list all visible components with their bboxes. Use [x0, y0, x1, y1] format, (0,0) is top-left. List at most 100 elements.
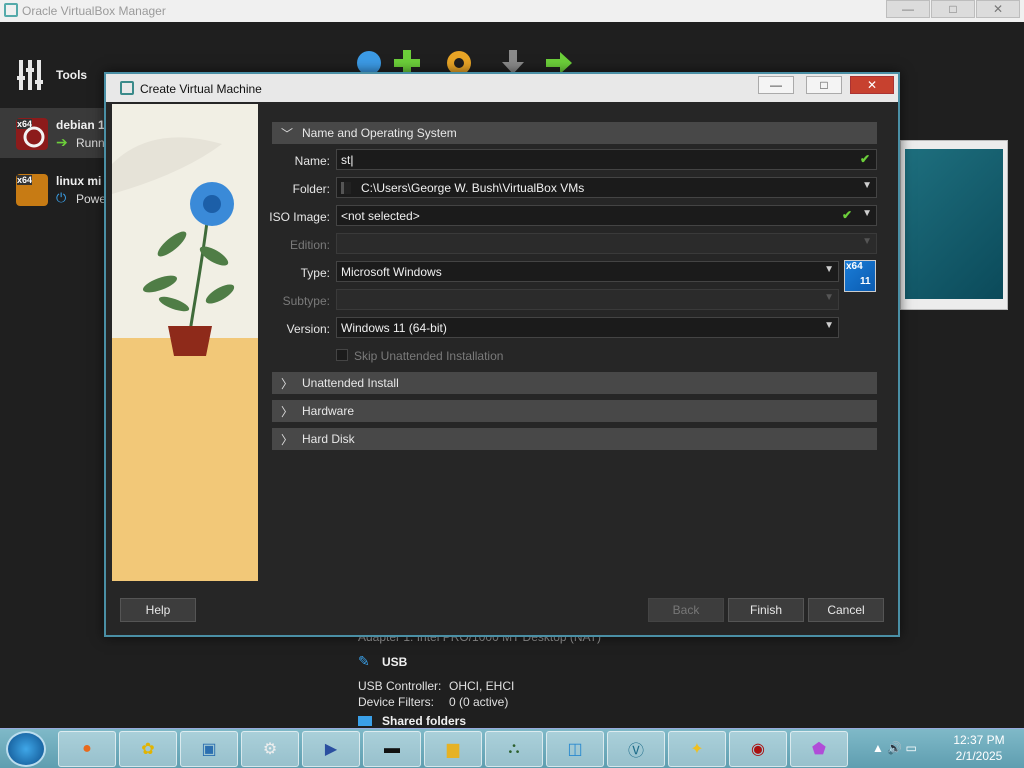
- name-label: Name:: [294, 154, 330, 168]
- vm-state: Powe: [76, 192, 107, 206]
- vmware-icon[interactable]: ◫: [546, 731, 604, 767]
- virtualbox-icon: [4, 3, 18, 17]
- edition-label: Edition:: [289, 238, 330, 252]
- start-button-windows-icon[interactable]: [6, 731, 46, 767]
- debian-os-icon: x64: [16, 118, 48, 150]
- computer-icon[interactable]: ▣: [180, 731, 238, 767]
- edition-select: ▼: [336, 233, 877, 254]
- main-maximize-button[interactable]: □: [931, 0, 975, 18]
- settings-gear-icon[interactable]: ⚙: [241, 731, 299, 767]
- name-input[interactable]: st|: [336, 149, 877, 170]
- firefox-icon[interactable]: ●: [58, 731, 116, 767]
- virtualbox-taskbar-icon[interactable]: Ⓥ: [607, 731, 665, 767]
- version-value: Windows 11 (64-bit): [341, 321, 447, 335]
- section-hard-disk-label: Hard Disk: [302, 432, 355, 446]
- chevron-down-icon[interactable]: ▼: [824, 320, 834, 331]
- dialog-minimize-button[interactable]: —: [758, 76, 794, 94]
- help-button[interactable]: Help: [120, 598, 196, 622]
- chevron-right-icon: 〉: [280, 404, 293, 419]
- system-clock[interactable]: 12:37 PM 2/1/2025: [944, 732, 1014, 764]
- chevron-down-icon[interactable]: ▼: [862, 208, 872, 219]
- running-arrow-icon: ➔: [56, 134, 68, 150]
- subtype-label: Subtype:: [282, 294, 330, 308]
- dialog-titlebar[interactable]: Create Virtual Machine — □ ✕: [106, 74, 898, 102]
- chevron-down-icon: ﹀: [280, 126, 293, 141]
- chevron-right-icon: 〉: [280, 376, 293, 391]
- type-value: Microsoft Windows: [341, 265, 442, 279]
- section-hard-disk[interactable]: 〉 Hard Disk: [272, 428, 877, 450]
- create-vm-dialog: Create Virtual Machine — □ ✕ ﹀ Name and …: [104, 72, 900, 637]
- vm-item-linux-mint[interactable]: x64 linux mi ⏻ Powe: [0, 166, 112, 216]
- section-unattended-install[interactable]: 〉 Unattended Install: [272, 372, 877, 394]
- yellow-app-icon[interactable]: ✦: [668, 731, 726, 767]
- iso-image-label: ISO Image:: [269, 210, 330, 224]
- taskbar: ● ✿ ▣ ⚙ ▶ ▬ ▆ ⛬ ◫ Ⓥ ✦ ◉ ⬟ ▲ 🔊 ▭ 12:37 PM…: [0, 728, 1024, 768]
- section-name-and-os[interactable]: ﹀ Name and Operating System: [272, 122, 877, 144]
- vm-preview-thumbnail: [900, 140, 1008, 310]
- flower-pot-icon: [112, 137, 235, 356]
- chevron-down-icon: ▼: [862, 236, 872, 247]
- bee-app-icon[interactable]: ✿: [119, 731, 177, 767]
- section-name-and-os-label: Name and Operating System: [302, 126, 457, 140]
- usb-icon: ✎: [358, 653, 370, 669]
- device-filters-label: Device Filters:: [358, 695, 435, 709]
- usb-controller-label: USB Controller:: [358, 679, 442, 693]
- skip-unattended-checkbox[interactable]: [336, 349, 348, 361]
- subtype-select: ▼: [336, 289, 839, 310]
- main-titlebar: Oracle VirtualBox Manager — □ ✕: [0, 0, 1024, 22]
- main-close-button[interactable]: ✕: [976, 0, 1020, 18]
- main-window-title: Oracle VirtualBox Manager: [22, 4, 166, 18]
- folder-label: Folder:: [292, 182, 330, 196]
- section-unattended-label: Unattended Install: [302, 376, 399, 390]
- shared-folders-heading[interactable]: Shared folders: [382, 714, 466, 728]
- version-select[interactable]: Windows 11 (64-bit) ▼: [336, 317, 839, 338]
- clock-time: 12:37 PM: [953, 733, 1005, 747]
- dialog-close-button[interactable]: ✕: [850, 76, 894, 94]
- system-tray-icons[interactable]: ▲ 🔊 ▭: [872, 741, 917, 755]
- back-button: Back: [648, 598, 724, 622]
- version-label: Version:: [286, 322, 330, 336]
- tools-icon[interactable]: [16, 58, 46, 92]
- device-filters-value: 0 (0 active): [449, 695, 509, 709]
- chevron-down-icon[interactable]: ▼: [824, 264, 834, 275]
- dialog-title: Create Virtual Machine: [140, 82, 262, 96]
- cancel-button[interactable]: Cancel: [808, 598, 884, 622]
- finish-button[interactable]: Finish: [728, 598, 804, 622]
- main-minimize-button[interactable]: —: [886, 0, 930, 18]
- vm-name: linux mi: [56, 174, 102, 188]
- chevron-down-icon[interactable]: ▼: [862, 180, 872, 191]
- usb-heading[interactable]: USB: [382, 655, 407, 669]
- clock-date: 2/1/2025: [955, 749, 1003, 763]
- tools-label[interactable]: Tools: [56, 68, 87, 82]
- virtualbox-icon: [120, 81, 134, 95]
- iso-valid-check-icon: ✔: [842, 208, 853, 222]
- windows-11-os-icon: x64 11: [844, 260, 876, 292]
- shared-folders-icon: [358, 716, 372, 726]
- dialog-maximize-button[interactable]: □: [806, 76, 842, 94]
- chevron-down-icon: ▼: [824, 292, 834, 303]
- type-label: Type:: [300, 266, 330, 280]
- name-input-value: st: [341, 153, 351, 167]
- iso-image-value: <not selected>: [341, 209, 420, 223]
- name-valid-check-icon: ✔: [860, 152, 871, 166]
- vm-item-debian[interactable]: x64 debian 1 ➔ Runn: [0, 108, 112, 158]
- folder-value: C:\Users\George W. Bush\VirtualBox VMs: [361, 181, 585, 195]
- section-hardware[interactable]: 〉 Hardware: [272, 400, 877, 422]
- skip-unattended-label: Skip Unattended Installation: [354, 349, 504, 363]
- debian-vm-taskbar-icon[interactable]: ◉: [729, 731, 787, 767]
- iso-image-select[interactable]: <not selected> ▼: [336, 205, 877, 226]
- folder-select[interactable]: C:\Users\George W. Bush\VirtualBox VMs ▼: [336, 177, 877, 198]
- usb-controller-value: OHCI, EHCI: [449, 679, 515, 693]
- vm-name: debian 1: [56, 118, 105, 132]
- command-prompt-icon[interactable]: ▬: [363, 731, 421, 767]
- preview-screen: [905, 149, 1003, 299]
- powered-off-icon: ⏻: [56, 190, 67, 205]
- section-hardware-label: Hardware: [302, 404, 355, 418]
- network-app-icon[interactable]: ⛬: [485, 731, 543, 767]
- colorful-app-icon[interactable]: ⬟: [790, 731, 848, 767]
- chevron-right-icon: 〉: [280, 432, 293, 447]
- file-explorer-icon[interactable]: ▆: [424, 731, 482, 767]
- powershell-icon[interactable]: ▶: [302, 731, 360, 767]
- type-select[interactable]: Microsoft Windows ▼: [336, 261, 839, 282]
- wizard-illustration: [112, 104, 258, 581]
